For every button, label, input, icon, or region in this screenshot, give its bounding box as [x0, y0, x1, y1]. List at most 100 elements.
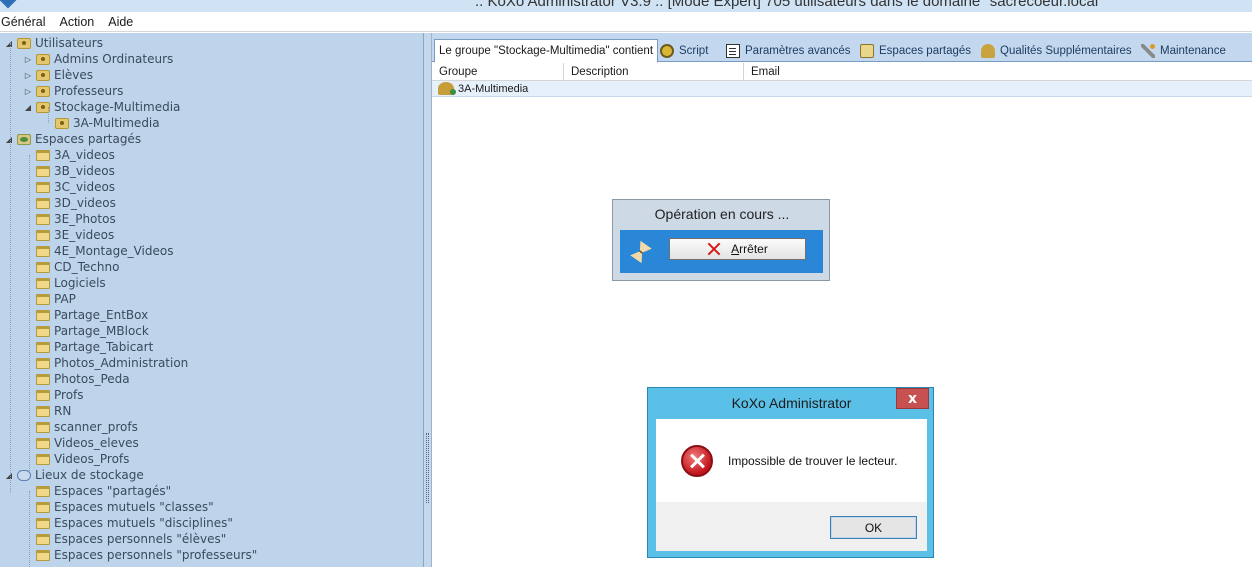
tree-item[interactable]: Espaces personnels "professeurs": [23, 547, 257, 563]
users-icon: [36, 53, 50, 65]
ok-button[interactable]: OK: [830, 516, 917, 539]
tree-item-label: Logiciels: [54, 276, 106, 290]
tree-view[interactable]: ◢ Utilisateurs ▷ Admins Ordinateurs ▷ Elèves ▷…: [0, 33, 424, 567]
expand-toggle-icon[interactable]: ◢: [23, 103, 33, 112]
menu-action[interactable]: Action: [59, 15, 102, 29]
tree-connector: [10, 43, 11, 493]
tree-item[interactable]: Partage_Tabicart: [23, 339, 153, 355]
tree-item[interactable]: Videos_Profs: [23, 451, 129, 467]
tab-label: Espaces partagés: [879, 44, 972, 57]
stop-mnemonic: A: [731, 242, 740, 256]
folder-icon: [36, 405, 50, 417]
hourglass-icon: [630, 241, 652, 263]
tree-item[interactable]: 3A-Multimedia: [42, 115, 160, 131]
folder-icon: [36, 181, 50, 193]
tree-item-label: Photos_Peda: [54, 372, 130, 386]
column-header-description[interactable]: Description: [564, 63, 744, 81]
tree-item[interactable]: 4E_Montage_Videos: [23, 243, 173, 259]
expand-toggle-icon[interactable]: ◢: [4, 471, 14, 480]
column-header-email[interactable]: Email: [744, 63, 1252, 81]
table-row[interactable]: 3A-Multimedia: [432, 81, 1252, 97]
tree-item[interactable]: ◢ Utilisateurs: [4, 35, 103, 51]
folder-icon: [36, 421, 50, 433]
folder-icon: [36, 389, 50, 401]
tree-item[interactable]: Videos_eleves: [23, 435, 139, 451]
operation-title: Opération en cours ...: [654, 206, 790, 222]
tree-item[interactable]: Espaces personnels "élèves": [23, 531, 226, 547]
tree-item[interactable]: 3B_videos: [23, 163, 115, 179]
folder-icon: [36, 309, 50, 321]
expand-toggle-icon[interactable]: ▷: [23, 71, 33, 80]
pane-splitter[interactable]: [424, 33, 432, 567]
tree-item[interactable]: ◢ Stockage-Multimedia: [23, 99, 180, 115]
tree-item-label: Videos_Profs: [54, 452, 130, 466]
folder-icon: [36, 261, 50, 273]
tree-item[interactable]: CD_Techno: [23, 259, 119, 275]
column-header-groupe[interactable]: Groupe: [432, 63, 564, 81]
folder-icon: [36, 245, 50, 257]
error-icon: [681, 445, 713, 477]
tree-item[interactable]: PAP: [23, 291, 76, 307]
tree-item-label: RN: [54, 404, 72, 418]
tree-item[interactable]: 3C_videos: [23, 179, 115, 195]
tree-item[interactable]: ▷ Admins Ordinateurs: [23, 51, 173, 67]
tree-item-label: 3C_videos: [54, 180, 116, 194]
tab-label: Le groupe "Stockage-Multimedia" contient: [439, 45, 654, 57]
title-bar: .. KoXo Administrator V3.9 .. [Mode Expe…: [0, 0, 1252, 12]
tree-item-label: Lieux de stockage: [35, 468, 144, 482]
tab-parametres-avances[interactable]: Paramètres avancés: [722, 39, 854, 62]
expand-toggle-icon[interactable]: ◢: [4, 135, 14, 144]
tree-item-label: 3D_videos: [54, 196, 116, 210]
tree-item[interactable]: ◢ Espaces partagés: [4, 131, 141, 147]
tree-item[interactable]: Partage_EntBox: [23, 307, 148, 323]
group-icon: [438, 82, 456, 95]
tree-item[interactable]: 3E_Photos: [23, 211, 116, 227]
expand-toggle-icon[interactable]: ▷: [23, 87, 33, 96]
tree-item[interactable]: 3D_videos: [23, 195, 116, 211]
tree-item[interactable]: ▷ Professeurs: [23, 83, 123, 99]
stop-button[interactable]: Arrêter: [669, 238, 806, 260]
error-message: Impossible de trouver le lecteur.: [728, 454, 898, 468]
tree-item[interactable]: Espaces mutuels "classes": [23, 499, 214, 515]
menu-general[interactable]: Général: [1, 15, 53, 29]
expand-toggle-icon[interactable]: ▷: [23, 55, 33, 64]
tree-item[interactable]: RN: [23, 403, 71, 419]
folder-icon: [36, 373, 50, 385]
tab-label: Maintenance: [1160, 44, 1226, 57]
tree-item[interactable]: ▷ Elèves: [23, 67, 93, 83]
tree-item[interactable]: Espaces mutuels "disciplines": [23, 515, 233, 531]
tree-item[interactable]: scanner_profs: [23, 419, 138, 435]
tab-label: Script: [679, 44, 709, 57]
tree-item[interactable]: Photos_Peda: [23, 371, 130, 387]
expand-toggle-icon[interactable]: ◢: [4, 39, 14, 48]
tree-item[interactable]: Photos_Administration: [23, 355, 188, 371]
splitter-grip[interactable]: [426, 433, 429, 503]
tree-item-label: 3A-Multimedia: [73, 116, 160, 130]
tree-item-label: Espaces "partagés": [54, 484, 172, 498]
tree-item-label: Professeurs: [54, 84, 124, 98]
tree-item[interactable]: Profs: [23, 387, 84, 403]
tree-item[interactable]: Espaces "partagés": [23, 483, 171, 499]
tab-espaces-partages[interactable]: Espaces partagés: [856, 39, 975, 62]
tree-item-label: Partage_EntBox: [54, 308, 149, 322]
tree-item-label: 3E_videos: [54, 228, 115, 242]
tree-item[interactable]: Logiciels: [23, 275, 106, 291]
tree-item[interactable]: 3A_videos: [23, 147, 115, 163]
tree-item[interactable]: ◢ Lieux de stockage: [4, 467, 144, 483]
message-box-title: KoXo Administrator: [731, 395, 852, 411]
tree-item[interactable]: Partage_MBlock: [23, 323, 149, 339]
tab-qualites-supplementaires[interactable]: Qualités Supplémentaires: [977, 39, 1136, 62]
tree-item-label: Profs: [54, 388, 84, 402]
tree-item[interactable]: 3E_videos: [23, 227, 114, 243]
tree-item-label: scanner_profs: [54, 420, 138, 434]
tree-item-label: 3A_videos: [54, 148, 115, 162]
menu-aide[interactable]: Aide: [108, 15, 141, 29]
folder-icon: [36, 325, 50, 337]
tab-script[interactable]: Script: [656, 39, 712, 62]
stop-label-rest: rrêter: [739, 242, 768, 256]
tab-maintenance[interactable]: Maintenance: [1137, 39, 1230, 62]
tab-group-contents[interactable]: Le groupe "Stockage-Multimedia" contient: [434, 39, 659, 63]
close-button[interactable]: x: [896, 388, 929, 409]
tree-item-label: Videos_eleves: [54, 436, 139, 450]
app-icon[interactable]: [0, 0, 17, 9]
